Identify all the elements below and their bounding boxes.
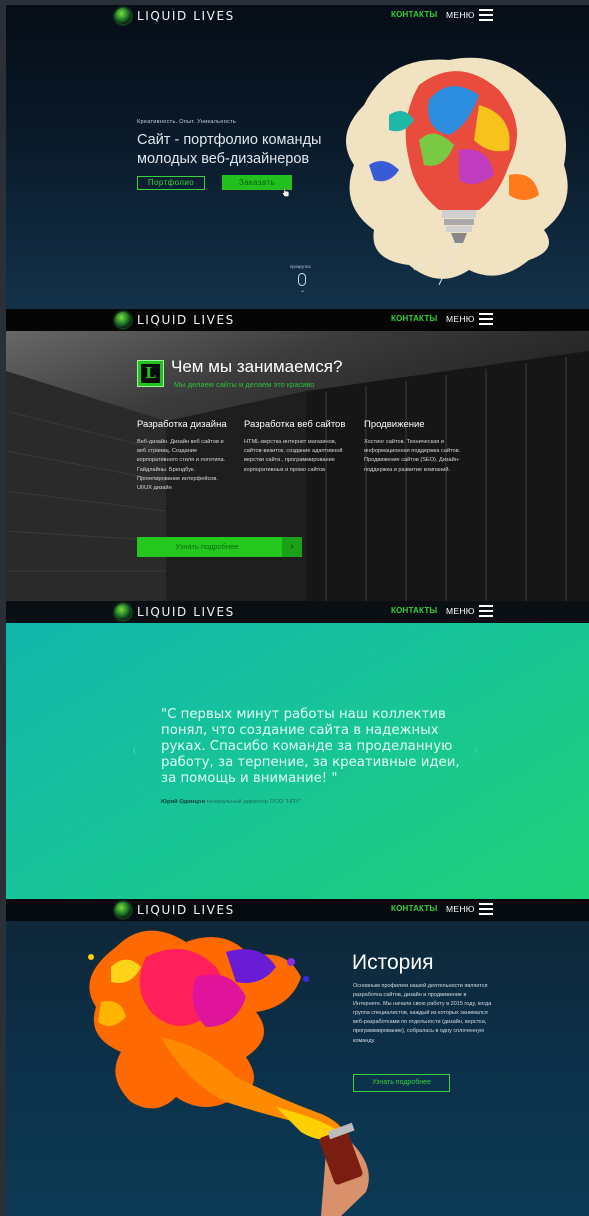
nav-contacts-link[interactable]: КОНТАКТЫ [391, 904, 437, 913]
nav-contacts-link[interactable]: КОНТАКТЫ [391, 10, 437, 19]
webdev-heading: Разработка веб сайтов [244, 419, 346, 430]
l-badge-icon: L [137, 360, 164, 387]
chevron-down-icon: ⌄ [300, 288, 306, 294]
nav-menu-link[interactable]: МЕНЮ [446, 10, 475, 20]
logo[interactable]: LIQUID LIVES [115, 902, 235, 918]
nav-contacts-link[interactable]: КОНТАКТЫ [391, 606, 437, 615]
scroll-mouse-icon[interactable] [298, 273, 306, 286]
nav-menu-link[interactable]: МЕНЮ [446, 904, 475, 914]
testimonial-nav: LIQUID LIVES КОНТАКТЫ МЕНЮ [6, 601, 589, 623]
learn-more-button[interactable]: Узнать подробнее › [137, 537, 302, 557]
services-nav: LIQUID LIVES КОНТАКТЫ МЕНЮ [6, 309, 589, 331]
logo[interactable]: LIQUID LIVES [115, 604, 235, 620]
history-nav: LIQUID LIVES КОНТАКТЫ МЕНЮ [6, 899, 589, 921]
scroll-label: прокрутка [290, 264, 311, 269]
testimonial-author: Юрий Одинцов генеральный директор ООО "Н… [161, 799, 301, 805]
history-section: LIQUID LIVES КОНТАКТЫ МЕНЮ История Основ… [6, 899, 589, 1216]
portfolio-button[interactable]: Портфолио [137, 176, 205, 190]
logo-text: LIQUID LIVES [137, 313, 235, 327]
logo-text: LIQUID LIVES [137, 903, 235, 917]
prev-arrow-icon[interactable]: ‹ [132, 741, 137, 758]
nav-menu-link[interactable]: МЕНЮ [446, 606, 475, 616]
paint-lightbulb-image [346, 57, 568, 286]
author-role: генеральный директор ООО "НПУ" [206, 799, 301, 805]
testimonial-quote: "С первых минут работы наш коллектив пон… [161, 707, 460, 786]
logo-text: LIQUID LIVES [137, 9, 235, 23]
top-nav: LIQUID LIVES КОНТАКТЫ МЕНЮ [6, 5, 589, 27]
hamburger-icon[interactable] [479, 903, 493, 915]
hamburger-icon[interactable] [479, 9, 493, 21]
history-learn-more-button[interactable]: Узнать подробнее [353, 1074, 450, 1092]
testimonial-section: LIQUID LIVES КОНТАКТЫ МЕНЮ ‹ "С первых м… [6, 601, 589, 899]
learn-more-label: Узнать подробнее [175, 542, 239, 551]
chevron-right-icon: › [282, 537, 302, 557]
hamburger-icon[interactable] [479, 313, 493, 325]
promotion-text: Хостинг сайтов. Техническая и информацио… [364, 439, 461, 473]
history-text: Основным профилем нашей деятельности явл… [353, 983, 492, 1044]
hero-section: LIQUID LIVES КОНТАКТЫ МЕНЮ Креативность.… [6, 5, 589, 309]
author-name: Юрий Одинцов [161, 799, 206, 805]
logo-ball-icon [115, 312, 131, 328]
design-heading: Разработка дизайна [137, 419, 227, 430]
paint-splash-image [88, 930, 369, 1216]
services-section: LIQUID LIVES КОНТАКТЫ МЕНЮ L Чем мы зани… [6, 309, 589, 601]
hand-cursor-icon [282, 187, 290, 197]
page-root: LIQUID LIVES КОНТАКТЫ МЕНЮ Креативность.… [0, 0, 589, 1216]
promotion-heading: Продвижение [364, 419, 425, 430]
logo[interactable]: LIQUID LIVES [115, 312, 235, 328]
hamburger-icon[interactable] [479, 605, 493, 617]
logo[interactable]: LIQUID LIVES [115, 8, 235, 24]
nav-contacts-link[interactable]: КОНТАКТЫ [391, 314, 437, 323]
logo-ball-icon [115, 8, 131, 24]
next-arrow-icon[interactable]: › [473, 741, 478, 758]
logo-ball-icon [115, 604, 131, 620]
history-title: История [352, 951, 434, 974]
hero-tagline: Креативность. Опыт. Уникальность [137, 119, 237, 125]
design-text: Веб-дизайн. Дизайн веб сайтов и веб стра… [137, 439, 226, 492]
logo-text: LIQUID LIVES [137, 605, 235, 619]
webdev-text: HTML-верстка интернет магазинов, сайтов-… [244, 439, 343, 473]
services-title: Чем мы занимаемся? [171, 357, 343, 376]
hero-title: Сайт - портфолио команды молодых веб-диз… [137, 132, 322, 167]
services-subtitle: Мы делаем сайты и делаем это красиво [174, 380, 315, 389]
nav-menu-link[interactable]: МЕНЮ [446, 314, 475, 324]
logo-ball-icon [115, 902, 131, 918]
